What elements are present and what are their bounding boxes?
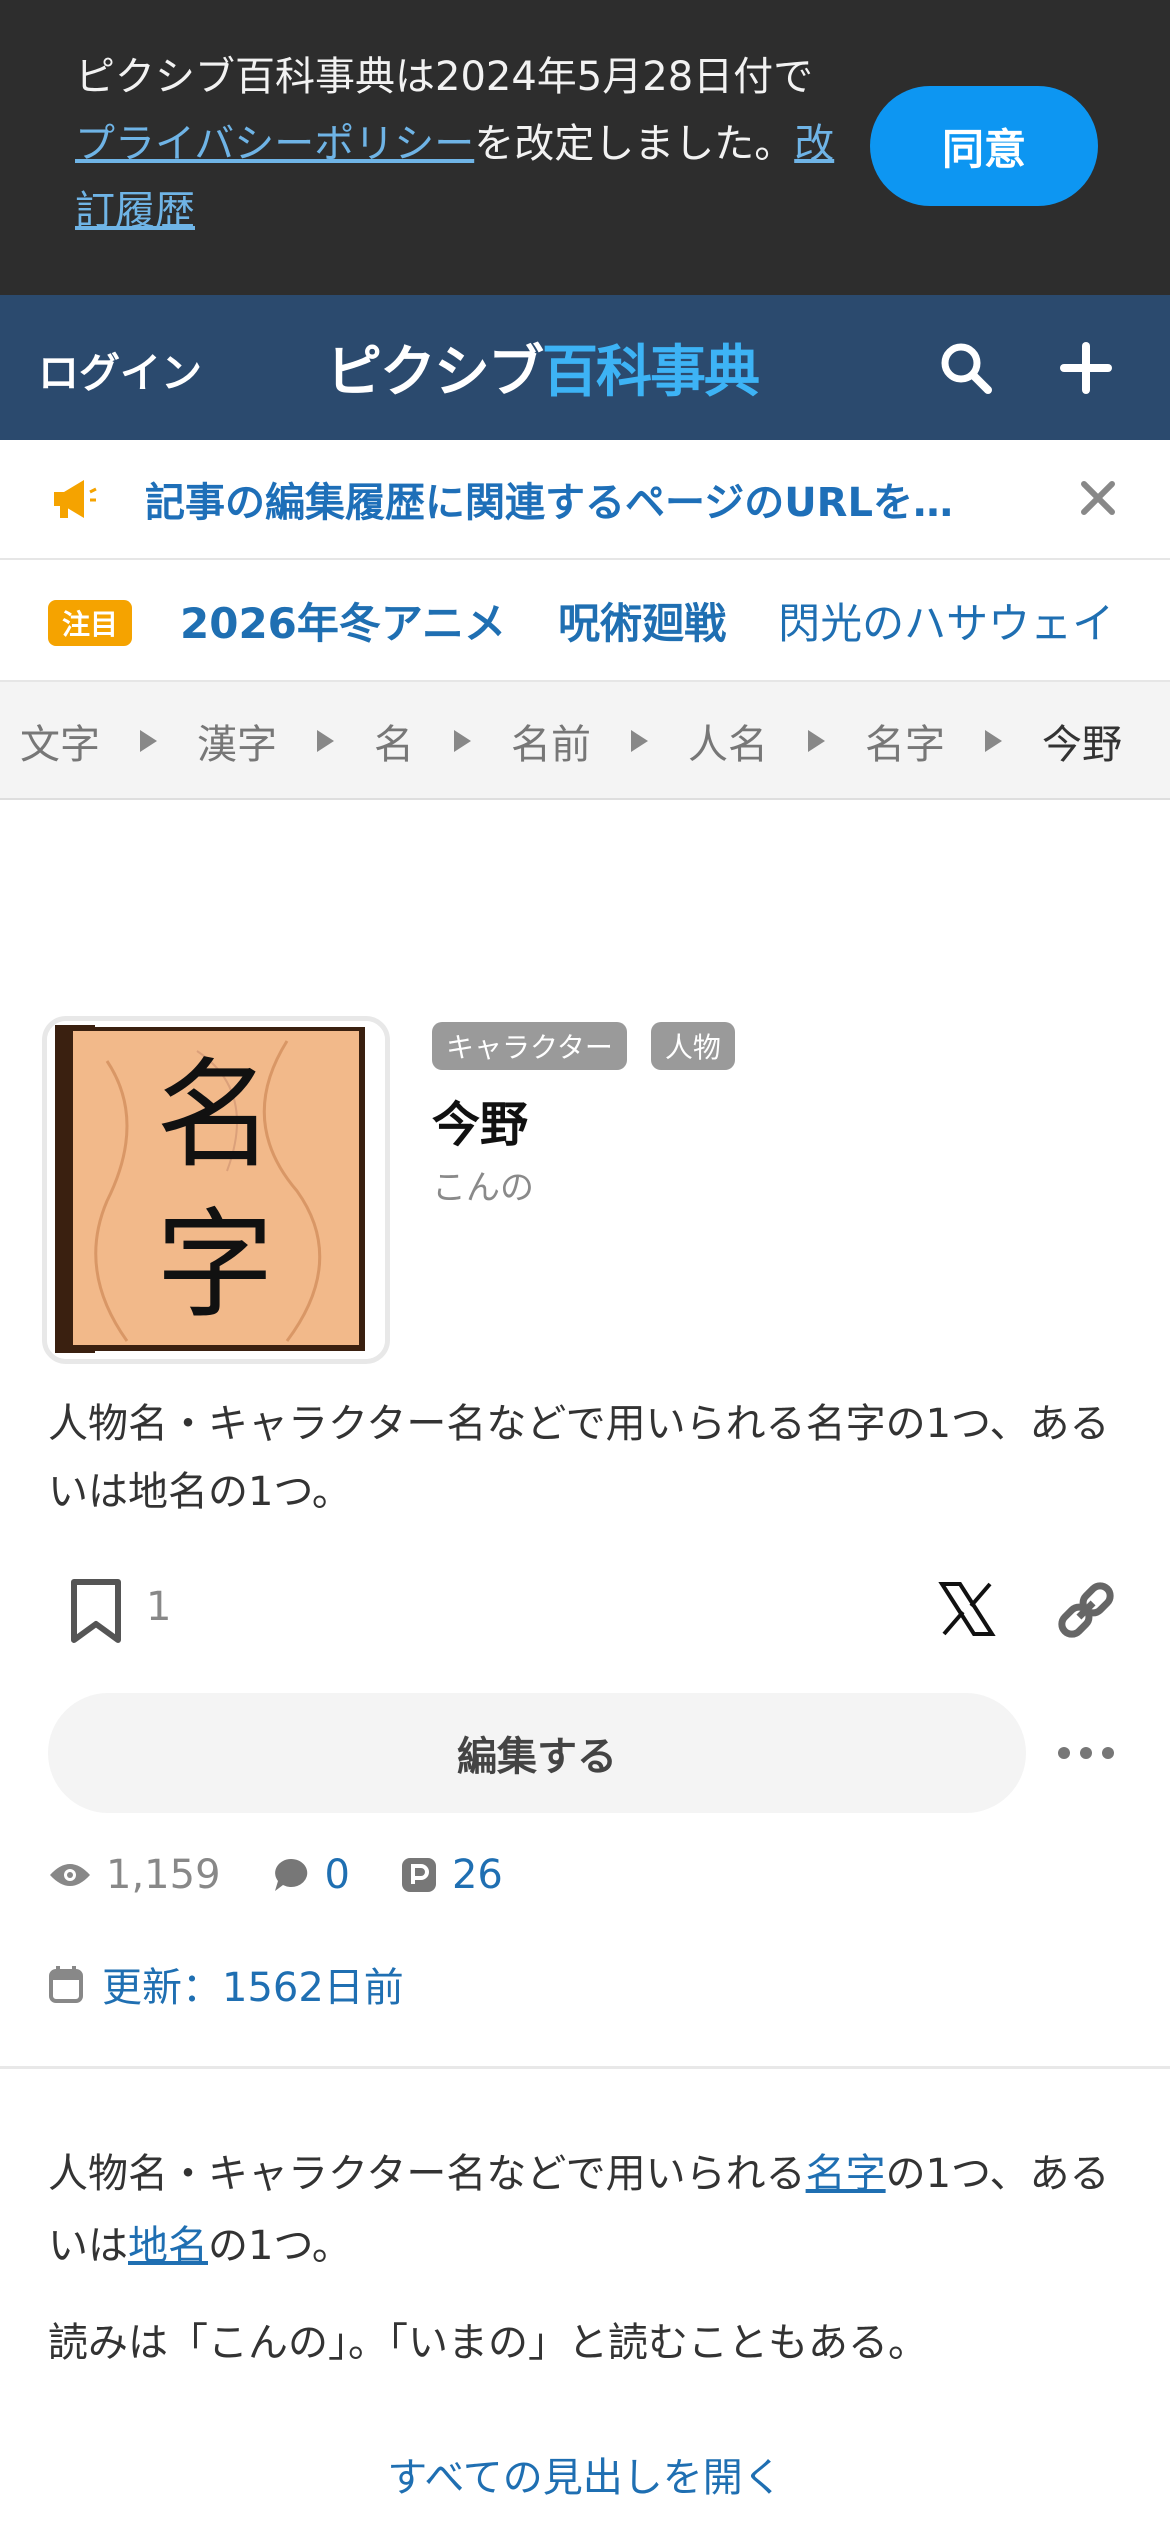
chevron-right-icon (317, 730, 334, 752)
notice-link[interactable]: 記事の編集履歴に関連するページのURLを… (145, 470, 995, 528)
consent-message: ピクシブ百科事典は2024年5月28日付でプライバシーポリシーを改定しました。改… (75, 44, 835, 245)
pixiv-count: 26 (451, 1852, 503, 1898)
open-all-headings-link[interactable]: すべての見出しを開く (0, 2445, 1170, 2503)
chevron-right-icon (808, 730, 825, 752)
article-summary: 人物名・キャラクター名などで用いられる名字の1つ、あるいは地名の1つ。 (48, 1401, 1110, 1515)
x-share-icon[interactable] (938, 1580, 996, 1638)
logo-text-encyclopedia: 百科事典 (542, 339, 760, 405)
chevron-right-icon (454, 730, 471, 752)
trending-item[interactable]: 閃光のハサウェイ (778, 590, 1114, 651)
breadcrumb-item[interactable]: 名前 (511, 712, 591, 770)
article-body-paragraph: 人物名・キャラクター名などで用いられる名字の1つ、あるいは地名の1つ。 (48, 2138, 1128, 2282)
wood-plaque-image: 名 字 (47, 1021, 385, 1359)
breadcrumb-row: 語 文字 漢字 名 名前 人名 名字 今野 (0, 712, 1122, 770)
site-logo[interactable]: ピクシブ 百科事典 (326, 335, 760, 405)
bookmark-icon[interactable] (68, 1578, 124, 1644)
tag-person[interactable]: 人物 (650, 1022, 735, 1070)
trending-bar: 注目 2026年冬アニメ 呪術廻戦 閃光のハサウェイ F (0, 560, 1170, 682)
login-button[interactable]: ログイン (38, 339, 202, 399)
updated-text: 更新：1562日前 (102, 1965, 404, 2011)
add-icon[interactable] (1056, 338, 1116, 398)
section-divider (0, 2066, 1170, 2069)
more-options-icon[interactable] (1056, 1738, 1116, 1768)
link-myoji[interactable]: 名字 (806, 2151, 886, 2197)
breadcrumb: 語 文字 漢字 名 名前 人名 名字 今野 (0, 682, 1170, 800)
megaphone-icon (54, 480, 97, 518)
article-stats: 1,159 0 26 (48, 1852, 553, 1898)
thumb-char-2: 字 (156, 1196, 274, 1334)
privacy-policy-link[interactable]: プライバシーポリシー (75, 121, 474, 167)
chevron-right-icon (631, 730, 648, 752)
agree-button[interactable]: 同意 (870, 86, 1098, 206)
body-text-3: の1つ。 (208, 2223, 352, 2269)
trending-badge: 注目 (48, 600, 132, 646)
tag-character[interactable]: キャラクター (432, 1022, 627, 1070)
calendar-icon (49, 1966, 83, 2003)
trending-item[interactable]: 2026年冬アニメ (180, 590, 506, 651)
consent-banner: ピクシブ百科事典は2024年5月28日付でプライバシーポリシーを改定しました。改… (0, 0, 1170, 295)
chevron-right-icon (140, 730, 157, 752)
thumb-char-1: 名 (156, 1046, 274, 1184)
article-title: 今野 (432, 1097, 529, 1153)
breadcrumb-item[interactable]: 漢字 (197, 712, 277, 770)
search-icon[interactable] (936, 338, 996, 398)
eye-icon (50, 1864, 90, 1886)
reading-note: 読みは「こんの」。「いまの」と読むこともある。 (48, 2320, 928, 2366)
pixiv-icon (401, 1858, 436, 1892)
comments-stat[interactable]: 0 (271, 1852, 350, 1898)
link-chimei[interactable]: 地名 (128, 2223, 208, 2269)
consent-text-mid: を改定しました。 (474, 121, 795, 167)
breadcrumb-item[interactable]: 文字 (20, 712, 100, 770)
breadcrumb-item[interactable]: 人名 (688, 712, 768, 770)
breadcrumb-item[interactable]: 名 (374, 712, 414, 770)
article-reading: こんの (432, 1168, 534, 1208)
close-icon[interactable] (1076, 476, 1120, 520)
bookmark-count: 1 (146, 1584, 172, 1630)
consent-text-start: ピクシブ百科事典は2024年5月28日付で (75, 54, 814, 100)
body-text-1: 人物名・キャラクター名などで用いられる (48, 2151, 806, 2197)
breadcrumb-item[interactable]: 名字 (865, 712, 945, 770)
article-thumbnail[interactable]: 名 字 (42, 1016, 390, 1364)
article-tags: キャラクター 人物 (432, 1022, 735, 1070)
views-count: 1,159 (106, 1852, 221, 1898)
chevron-right-icon (985, 730, 1002, 752)
trending-item[interactable]: F (1166, 590, 1170, 651)
pixiv-stat[interactable]: 26 (400, 1852, 503, 1898)
comment-icon (274, 1858, 307, 1891)
copy-link-icon[interactable] (1054, 1578, 1118, 1642)
trending-item[interactable]: 呪術廻戦 (558, 590, 726, 651)
logo-text-pixiv: ピクシブ (326, 339, 544, 405)
breadcrumb-current: 今野 (1042, 722, 1122, 768)
edit-button[interactable]: 編集する (48, 1693, 1026, 1813)
notice-bar: 記事の編集履歴に関連するページのURLを… (0, 440, 1170, 560)
site-header: ログイン ピクシブ 百科事典 (0, 295, 1170, 440)
trending-list: 2026年冬アニメ 呪術廻戦 閃光のハサウェイ F (180, 590, 1170, 651)
comments-count: 0 (324, 1852, 350, 1898)
updated-info[interactable]: 更新：1562日前 (48, 1955, 404, 2013)
views-stat: 1,159 (48, 1852, 221, 1898)
